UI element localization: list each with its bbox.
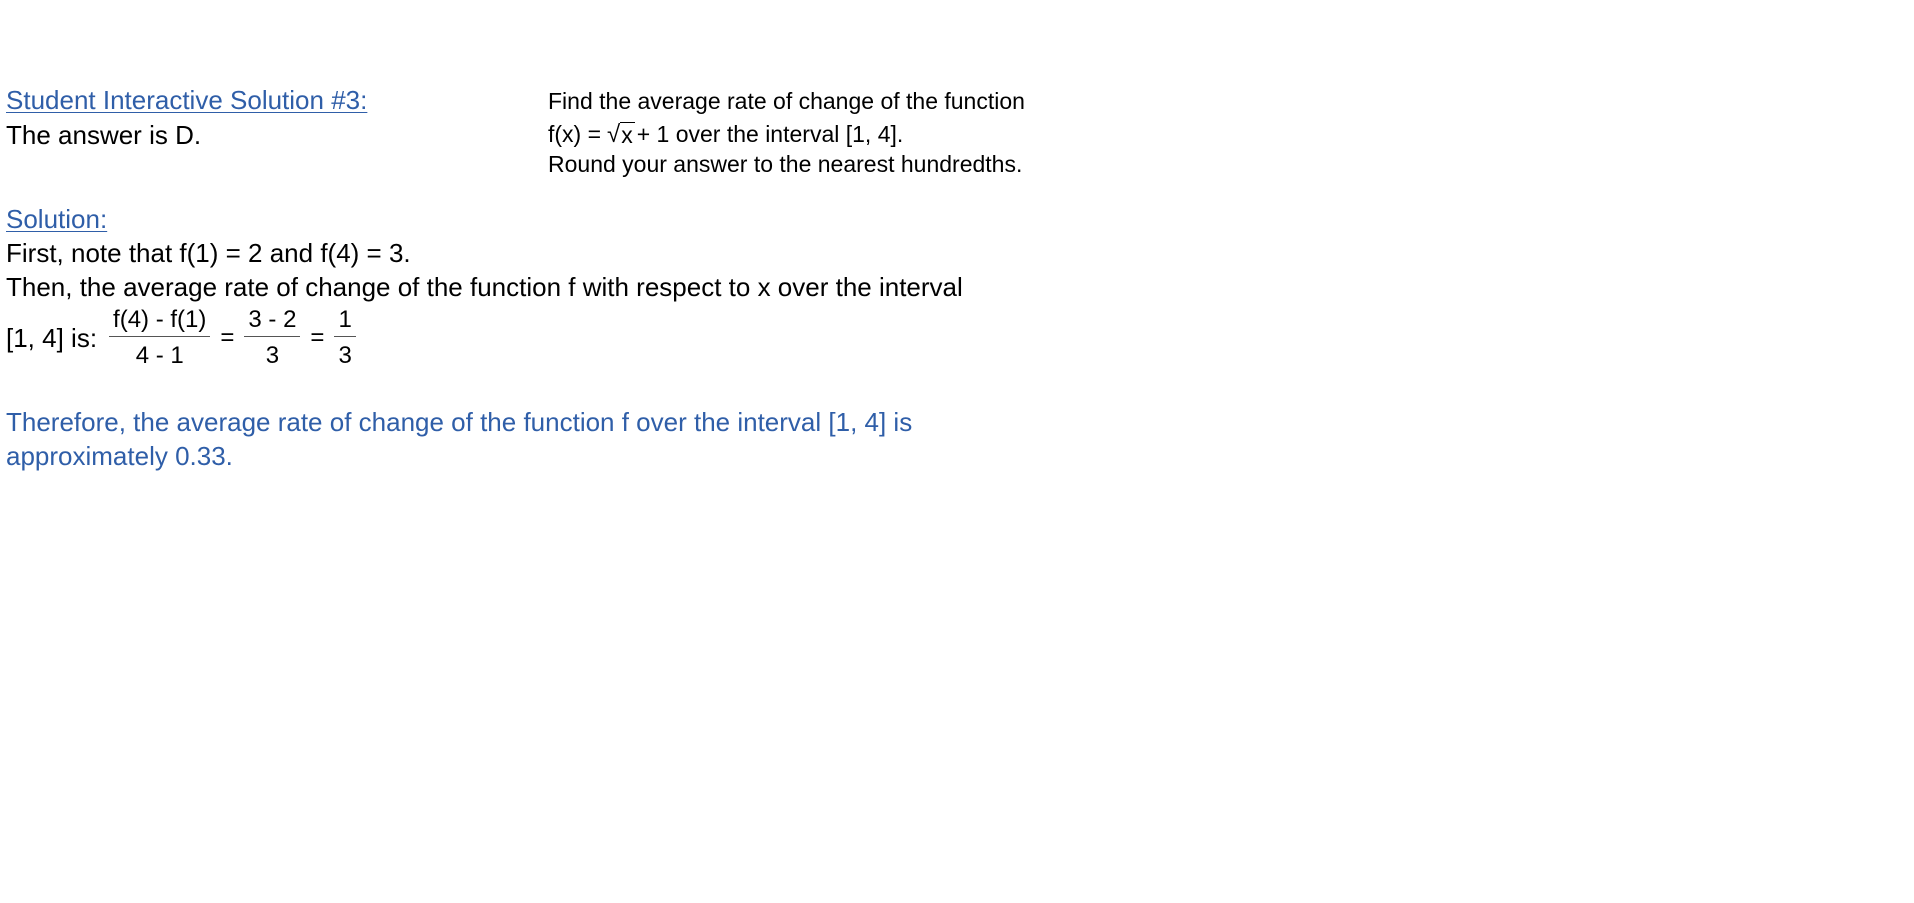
fraction-substituted: 3 - 2 3 (244, 306, 301, 370)
sqrt-sign-icon: √ (607, 121, 621, 148)
fraction-numerator: f(4) - f(1) (109, 306, 211, 337)
fraction-denominator: 3 (338, 342, 352, 369)
answer-text: The answer is D. (6, 120, 202, 150)
problem-line-2: f(x) = √ x + 1 over the interval [1, 4]. (548, 121, 903, 148)
equation-lead: [1, 4] is: (6, 322, 98, 353)
function-suffix: + 1 over the interval [1, 4]. (636, 121, 904, 147)
problem-line-3: Round your answer to the nearest hundred… (548, 151, 1023, 177)
fraction-denominator: 4 - 1 (135, 342, 184, 369)
solution-title-link[interactable]: Student Interactive Solution #3: (6, 85, 367, 116)
function-prefix: f(x) = (548, 121, 602, 147)
conclusion-line-1: Therefore, the average rate of change of… (6, 407, 913, 437)
square-root: √ x (607, 121, 635, 148)
conclusion-line-2: approximately 0.33. (6, 441, 233, 471)
solution-step-2: Then, the average rate of change of the … (6, 272, 963, 302)
sqrt-radicand: x (620, 121, 635, 148)
problem-line-1: Find the average rate of change of the f… (548, 88, 1025, 114)
conclusion: Therefore, the average rate of change of… (6, 405, 912, 473)
solution-step-1: First, note that f(1) = 2 and f(4) = 3. (6, 238, 411, 268)
fraction-result: 1 3 (334, 306, 356, 370)
fraction-numerator: 1 (334, 306, 356, 337)
fraction-denominator: 3 (265, 342, 280, 369)
solution-heading-link[interactable]: Solution: (6, 204, 107, 235)
fraction-difference-quotient: f(4) - f(1) 4 - 1 (109, 306, 211, 370)
equals-sign: = (310, 324, 325, 351)
equals-sign: = (220, 324, 235, 351)
fraction-numerator: 3 - 2 (244, 306, 301, 337)
fraction-equation: [1, 4] is: f(4) - f(1) 4 - 1 = 3 - 2 3 =… (6, 303, 362, 373)
